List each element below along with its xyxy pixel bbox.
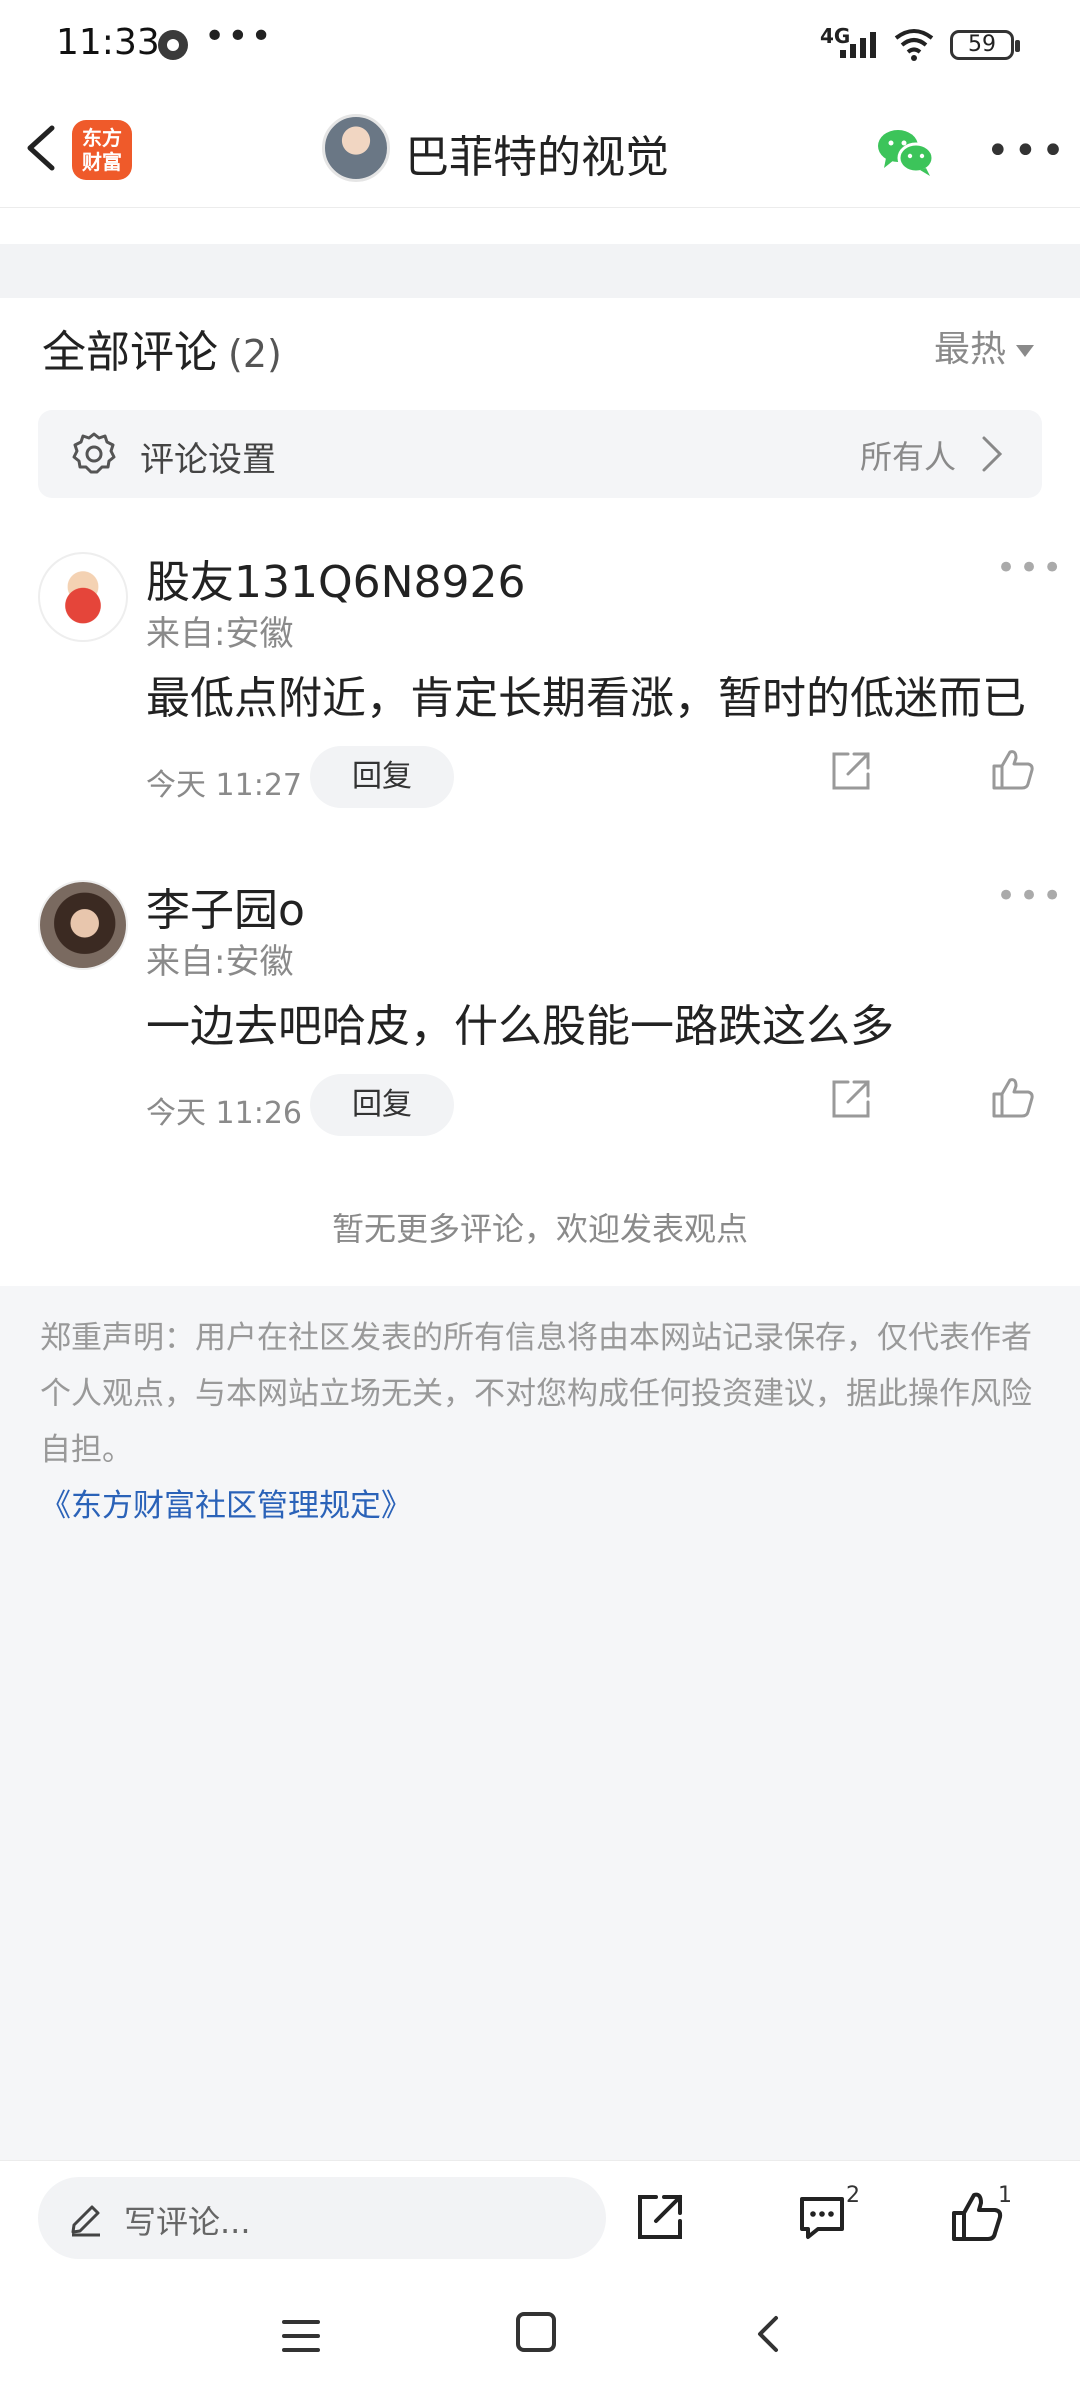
comment-username[interactable]: 股友131Q6N8926 (146, 546, 526, 610)
status-bar: 11:33 ••• 4G 59 (0, 0, 1080, 96)
comment-count-badge: 2 (846, 2183, 860, 2208)
app-logo[interactable]: 东方 财富 (72, 120, 132, 180)
chevron-left-icon[interactable] (14, 118, 70, 178)
signal-icon (840, 32, 876, 58)
chevron-right-icon (982, 436, 1003, 472)
comment-text: 一边去吧哈皮，什么股能一路跌这么多 (146, 1001, 894, 1052)
thumbs-up-icon[interactable] (950, 2189, 1004, 2243)
more-menu-icon[interactable]: ••• (986, 128, 1069, 174)
comment-time: 今天 11:26 (146, 1096, 302, 1131)
status-more-icon: ••• (204, 16, 274, 57)
bottom-action-bar: 写评论... 2 1 (0, 2160, 1080, 2272)
home-icon[interactable] (516, 2312, 556, 2352)
status-time: 11:33 (56, 22, 160, 63)
avatar[interactable] (38, 552, 128, 642)
more-options-icon[interactable]: ••• (996, 548, 1065, 588)
page-title[interactable]: 巴菲特的视觉 (405, 121, 669, 185)
share-icon[interactable] (634, 2191, 686, 2243)
battery-indicator: 59 (950, 30, 1020, 60)
reply-button[interactable]: 回复 (310, 746, 454, 808)
no-more-comments: 暂无更多评论，欢迎发表观点 (331, 1210, 748, 1248)
wifi-icon (894, 29, 934, 61)
comments-panel: 全部评论 (2) 最热 评论设置 所有人 股友131Q6N8926 来自:安徽 •… (0, 298, 1080, 1286)
comment-time: 今天 11:27 (146, 768, 302, 803)
comment-icon[interactable] (796, 2191, 848, 2243)
gear-icon (72, 432, 116, 474)
author-avatar[interactable] (322, 114, 390, 182)
like-count-badge: 1 (998, 2183, 1012, 2208)
comment-location: 来自:安徽 (146, 614, 294, 654)
comment-item: 股友131Q6N8926 来自:安徽 ••• 最低点附近，肯定长期看涨，暂时的低… (0, 542, 1080, 862)
comments-title-label: 全部评论 (42, 327, 218, 378)
more-options-icon[interactable]: ••• (996, 876, 1065, 916)
system-nav-bar (0, 2272, 1080, 2400)
comment-text: 最低点附近，肯定长期看涨，暂时的低迷而已 (146, 673, 1026, 724)
sort-label: 最热 (934, 329, 1007, 370)
share-icon[interactable] (828, 748, 874, 794)
comment-settings-row[interactable]: 评论设置 所有人 (38, 410, 1042, 498)
share-icon[interactable] (828, 1076, 874, 1122)
comment-input[interactable]: 写评论... (38, 2177, 606, 2259)
caret-down-icon (1016, 345, 1035, 357)
comment-item: 李子园o 来自:安徽 ••• 一边去吧哈皮，什么股能一路跌这么多 今天 11:2… (0, 870, 1080, 1190)
community-rules-link[interactable]: 《东方财富社区管理规定》 (40, 1480, 412, 1525)
reply-button[interactable]: 回复 (310, 1074, 454, 1136)
back-icon[interactable] (752, 2312, 782, 2356)
pencil-icon (71, 2205, 100, 2237)
avatar[interactable] (38, 880, 128, 970)
thumbs-up-icon[interactable] (990, 1074, 1036, 1120)
sort-dropdown[interactable]: 最热 (934, 320, 1035, 372)
wechat-icon[interactable] (876, 124, 936, 180)
menu-icon[interactable] (280, 2316, 322, 2356)
header: 东方 财富 巴菲特的视觉 ••• (0, 96, 1080, 208)
comment-username[interactable]: 李子园o (146, 874, 305, 938)
comments-title: 全部评论 (2) (42, 316, 282, 380)
comments-count: (2) (228, 332, 282, 376)
camera-indicator-icon (158, 30, 188, 60)
comment-location: 来自:安徽 (146, 942, 294, 982)
comment-input-placeholder: 写评论... (124, 2203, 251, 2241)
thumbs-up-icon[interactable] (990, 746, 1036, 792)
content-remnant (0, 208, 1080, 244)
disclaimer-text: 郑重声明：用户在社区发表的所有信息将由本网站记录保存，仅代表作者个人观点，与本网… (40, 1320, 1032, 1468)
section-divider (0, 244, 1080, 298)
comment-settings-value: 所有人 (860, 438, 957, 476)
comment-settings-label: 评论设置 (140, 440, 276, 480)
